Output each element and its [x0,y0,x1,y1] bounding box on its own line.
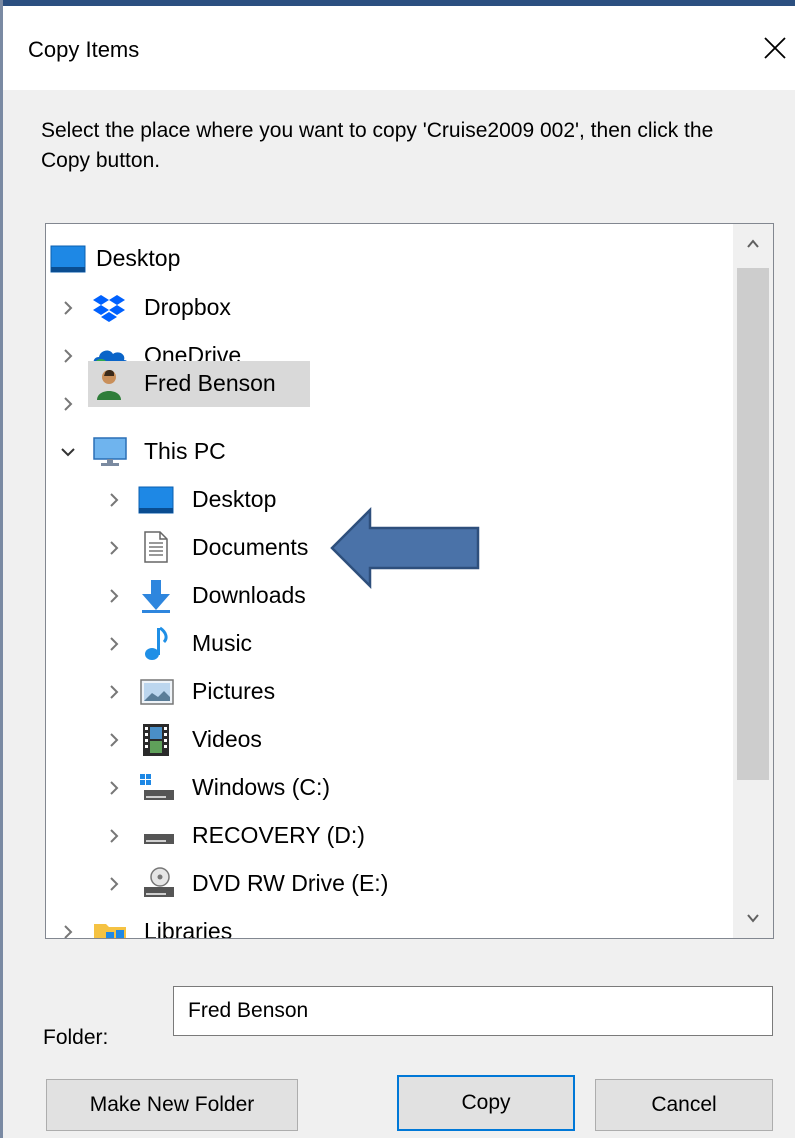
tree-item-fred-benson[interactable]: Fred Benson [88,361,310,407]
tree-item-label: Windows (C:) [192,774,331,800]
libraries-icon [94,924,126,938]
chevron-right-icon[interactable] [58,922,78,939]
cancel-button[interactable]: Cancel [595,1079,773,1131]
chevron-right-icon[interactable] [104,826,124,846]
chevron-right-icon[interactable] [104,682,124,702]
chevron-right-icon[interactable] [104,538,124,558]
dialog-title: Copy Items [28,37,140,62]
scroll-up-button[interactable] [733,224,773,264]
title-bar: Copy Items [3,6,795,90]
chevron-up-icon [747,239,759,248]
tree-item-label: Libraries [144,918,233,939]
chevron-down-icon[interactable] [58,442,78,462]
copy-button[interactable]: Copy [397,1075,575,1131]
tree-item-dropbox[interactable]: Dropbox [46,286,726,330]
tree-item-recovery-d[interactable]: RECOVERY (D:) [46,814,726,858]
documents-icon [144,531,168,563]
chevron-right-icon[interactable] [104,730,124,750]
tree-item-label: Dropbox [144,294,231,320]
tree-item-label: DVD RW Drive (E:) [192,870,389,896]
pictures-icon [140,679,174,705]
tree-item-label: Music [192,630,253,656]
tree-item-libraries[interactable]: Libraries [46,910,726,939]
system-drive-icon [140,774,174,800]
user-icon [97,370,121,400]
tree-item-desktop[interactable]: Desktop [46,237,726,281]
chevron-right-icon[interactable] [58,346,78,366]
tree-item-label: RECOVERY (D:) [192,822,365,848]
instruction-text: Select the place where you want to copy … [41,119,714,172]
chevron-right-icon[interactable] [58,298,78,318]
drive-icon [144,834,174,844]
tree-item-label: Documents [192,534,309,560]
chevron-right-icon[interactable] [58,394,78,414]
dropbox-icon [93,295,125,322]
chevron-right-icon[interactable] [104,586,124,606]
chevron-right-icon[interactable] [104,490,124,510]
music-note-icon [145,626,168,660]
make-new-folder-button[interactable]: Make New Folder [46,1079,298,1131]
chevron-right-icon[interactable] [104,778,124,798]
download-arrow-icon [142,580,170,613]
desktop-icon [138,486,174,514]
tree-item-label: This PC [144,438,226,464]
folder-input[interactable] [173,986,773,1036]
tree-item-windows-c[interactable]: Windows (C:) [46,766,726,810]
close-button[interactable] [755,24,795,74]
annotation-arrow-icon [330,506,480,590]
tree-item-this-pc[interactable]: This PC [46,430,726,474]
chevron-right-icon[interactable] [104,874,124,894]
tree-item-label: Videos [192,726,262,752]
tree-item-pictures[interactable]: Pictures [46,670,726,714]
tree-item-label: Downloads [192,582,306,608]
chevron-right-icon[interactable] [104,634,124,654]
dvd-drive-icon [144,867,174,897]
close-icon [764,37,786,59]
vertical-scrollbar[interactable] [733,224,773,938]
tree-item-videos[interactable]: Videos [46,718,726,762]
tree-item-dvd-rw-e[interactable]: DVD RW Drive (E:) [46,862,726,906]
scrollbar-thumb[interactable] [737,268,769,780]
chevron-down-icon [747,914,759,923]
dialog-body: Select the place where you want to copy … [3,90,795,1138]
tree-item-label: Desktop [96,245,181,271]
tree-item-label: Fred Benson [144,370,276,396]
computer-icon [93,437,127,466]
tree-item-label: Pictures [192,678,276,704]
desktop-icon [50,245,86,273]
scroll-down-button[interactable] [733,898,773,938]
film-icon [143,724,169,756]
tree-item-music[interactable]: Music [46,622,726,666]
folder-label: Folder: [43,1026,109,1049]
tree-item-label: Desktop [192,486,277,512]
